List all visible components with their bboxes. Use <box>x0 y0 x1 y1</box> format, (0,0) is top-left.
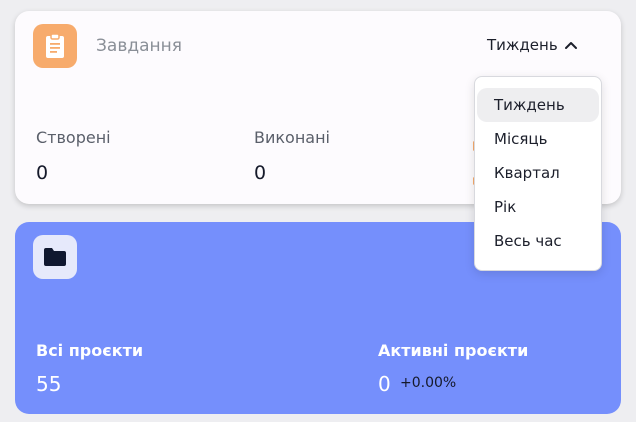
period-option-all-time[interactable]: Весь час <box>477 224 599 258</box>
chevron-up-icon <box>564 36 578 54</box>
active-projects-value: 0 <box>378 372 391 396</box>
active-projects-change: +0.00% <box>400 375 457 391</box>
clipboard-icon <box>33 24 77 68</box>
done-value: 0 <box>254 162 267 184</box>
all-projects-value: 55 <box>36 372 62 396</box>
done-label: Виконані <box>254 128 330 147</box>
period-option-month[interactable]: Місяць <box>477 122 599 156</box>
all-projects-label: Всі проєкти <box>36 341 144 360</box>
period-select-value: Тиждень <box>487 36 558 54</box>
period-select[interactable]: Тиждень <box>487 36 578 54</box>
period-dropdown-menu: Тиждень Місяць Квартал Рік Весь час <box>474 76 602 271</box>
period-option-year[interactable]: Рік <box>477 190 599 224</box>
created-value: 0 <box>36 162 49 184</box>
folder-icon <box>33 235 77 279</box>
active-projects-label: Активні проєкти <box>378 341 529 360</box>
period-option-quarter[interactable]: Квартал <box>477 156 599 190</box>
created-label: Створені <box>36 128 111 147</box>
period-option-week[interactable]: Тиждень <box>477 88 599 122</box>
tasks-title: Завдання <box>96 36 182 56</box>
